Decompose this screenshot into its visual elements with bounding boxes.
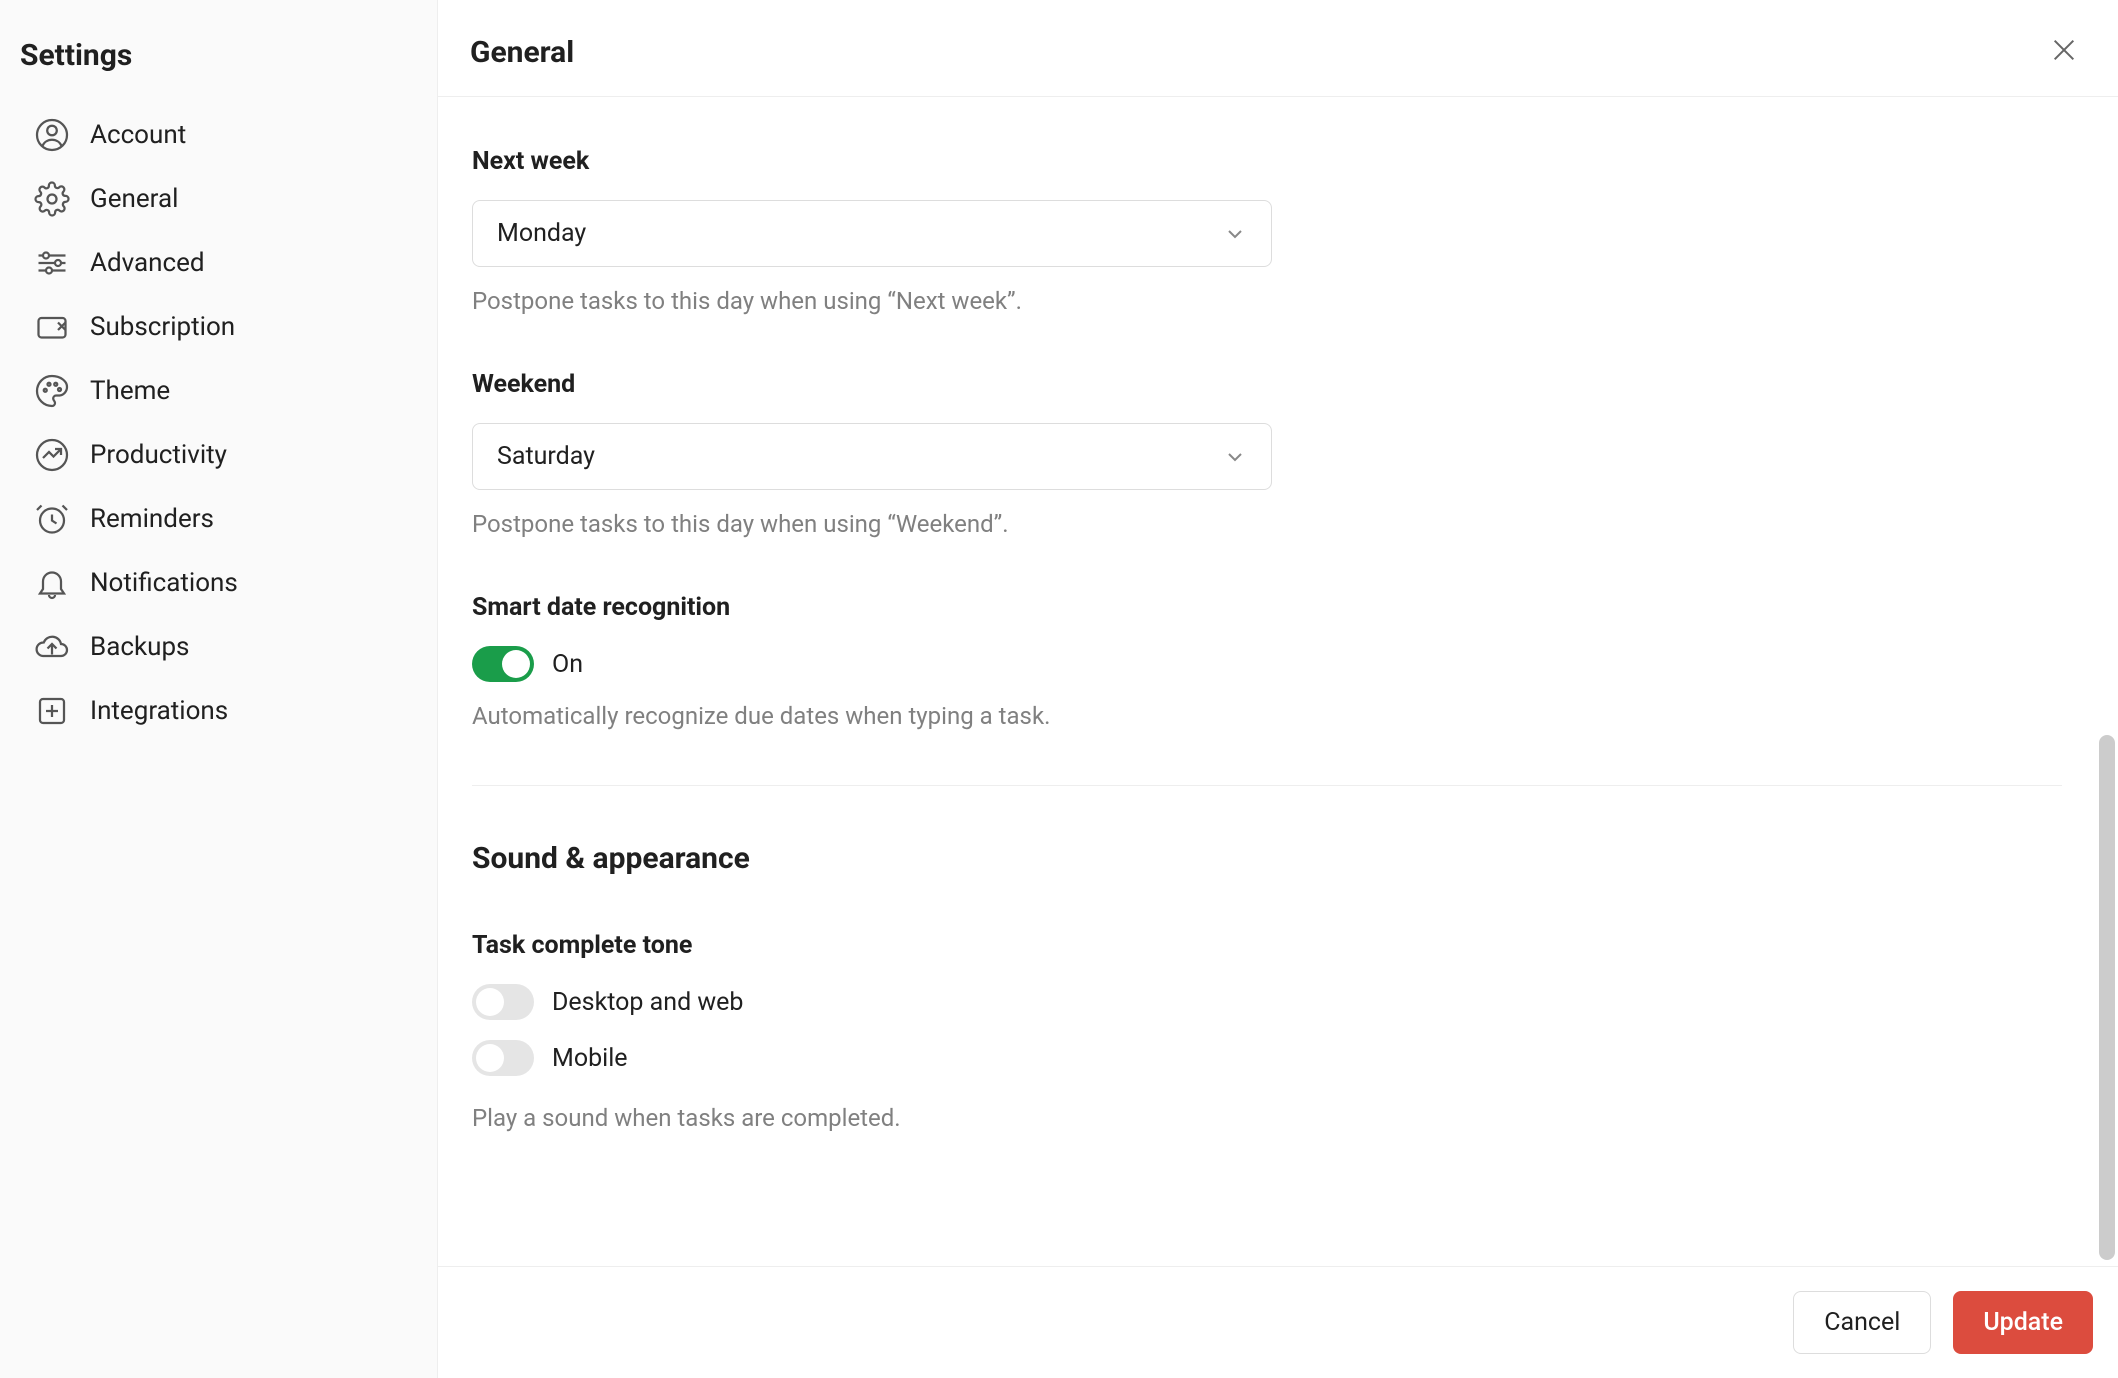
palette-icon	[34, 373, 70, 409]
close-icon	[2048, 34, 2080, 70]
next-week-value: Monday	[497, 219, 586, 248]
weekend-value: Saturday	[497, 442, 595, 471]
update-button[interactable]: Update	[1953, 1291, 2093, 1354]
cancel-button[interactable]: Cancel	[1793, 1291, 1931, 1354]
sidebar-item-integrations[interactable]: Integrations	[20, 679, 417, 743]
gear-icon	[34, 181, 70, 217]
sidebar-item-label: Theme	[90, 376, 170, 406]
task-complete-desktop-label: Desktop and web	[552, 988, 743, 1017]
task-complete-help: Play a sound when tasks are completed.	[472, 1104, 2062, 1132]
footer: Cancel Update	[438, 1266, 2118, 1378]
sidebar-item-theme[interactable]: Theme	[20, 359, 417, 423]
sidebar-item-productivity[interactable]: Productivity	[20, 423, 417, 487]
plus-box-icon	[34, 693, 70, 729]
weekend-select[interactable]: Saturday	[472, 423, 1272, 490]
next-week-help: Postpone tasks to this day when using “N…	[472, 287, 2062, 315]
sidebar-item-label: Backups	[90, 632, 189, 662]
toggle-knob	[502, 650, 530, 678]
sidebar-item-label: Productivity	[90, 440, 227, 470]
sidebar-item-backups[interactable]: Backups	[20, 615, 417, 679]
card-icon	[34, 309, 70, 345]
main-header: General	[438, 0, 2118, 97]
chevron-down-icon	[1223, 222, 1247, 246]
toggle-knob	[476, 1044, 504, 1072]
sidebar-item-label: Integrations	[90, 696, 228, 726]
sidebar-item-label: Reminders	[90, 504, 214, 534]
cloud-icon	[34, 629, 70, 665]
toggle-knob	[476, 988, 504, 1016]
sidebar-item-reminders[interactable]: Reminders	[20, 487, 417, 551]
sidebar-item-advanced[interactable]: Advanced	[20, 231, 417, 295]
task-complete-desktop-toggle[interactable]	[472, 984, 534, 1020]
sidebar-item-label: Account	[90, 120, 186, 150]
weekend-label: Weekend	[472, 370, 2062, 399]
trend-icon	[34, 437, 70, 473]
scrollbar-track[interactable]	[2099, 94, 2115, 1260]
close-button[interactable]	[2042, 30, 2086, 74]
clock-icon	[34, 501, 70, 537]
task-complete-mobile-toggle[interactable]	[472, 1040, 534, 1076]
sound-section-title: Sound & appearance	[472, 841, 2062, 876]
main-panel: General Next week Monday Postpone tasks …	[438, 0, 2118, 1378]
next-week-select[interactable]: Monday	[472, 200, 1272, 267]
settings-sidebar: Settings Account General Advanced Subscr…	[0, 0, 438, 1378]
task-complete-mobile-label: Mobile	[552, 1044, 628, 1073]
sidebar-item-label: Advanced	[90, 248, 205, 278]
smart-date-help: Automatically recognize due dates when t…	[472, 702, 2062, 730]
sidebar-item-notifications[interactable]: Notifications	[20, 551, 417, 615]
weekend-help: Postpone tasks to this day when using “W…	[472, 510, 2062, 538]
page-title: General	[470, 35, 574, 70]
bell-icon	[34, 565, 70, 601]
person-icon	[34, 117, 70, 153]
sidebar-item-general[interactable]: General	[20, 167, 417, 231]
sidebar-item-account[interactable]: Account	[20, 103, 417, 167]
next-week-label: Next week	[472, 147, 2062, 176]
task-complete-label: Task complete tone	[472, 931, 2062, 960]
sidebar-item-label: Subscription	[90, 312, 235, 342]
smart-date-state: On	[552, 650, 583, 679]
scrollbar-thumb[interactable]	[2099, 735, 2115, 1260]
sidebar-item-label: General	[90, 184, 178, 214]
sidebar-item-label: Notifications	[90, 568, 238, 598]
smart-date-label: Smart date recognition	[472, 593, 2062, 622]
sidebar-item-subscription[interactable]: Subscription	[20, 295, 417, 359]
sidebar-title: Settings	[20, 38, 417, 103]
content-scroll[interactable]: Next week Monday Postpone tasks to this …	[438, 97, 2118, 1266]
smart-date-toggle[interactable]	[472, 646, 534, 682]
chevron-down-icon	[1223, 445, 1247, 469]
divider	[472, 785, 2062, 786]
sliders-icon	[34, 245, 70, 281]
